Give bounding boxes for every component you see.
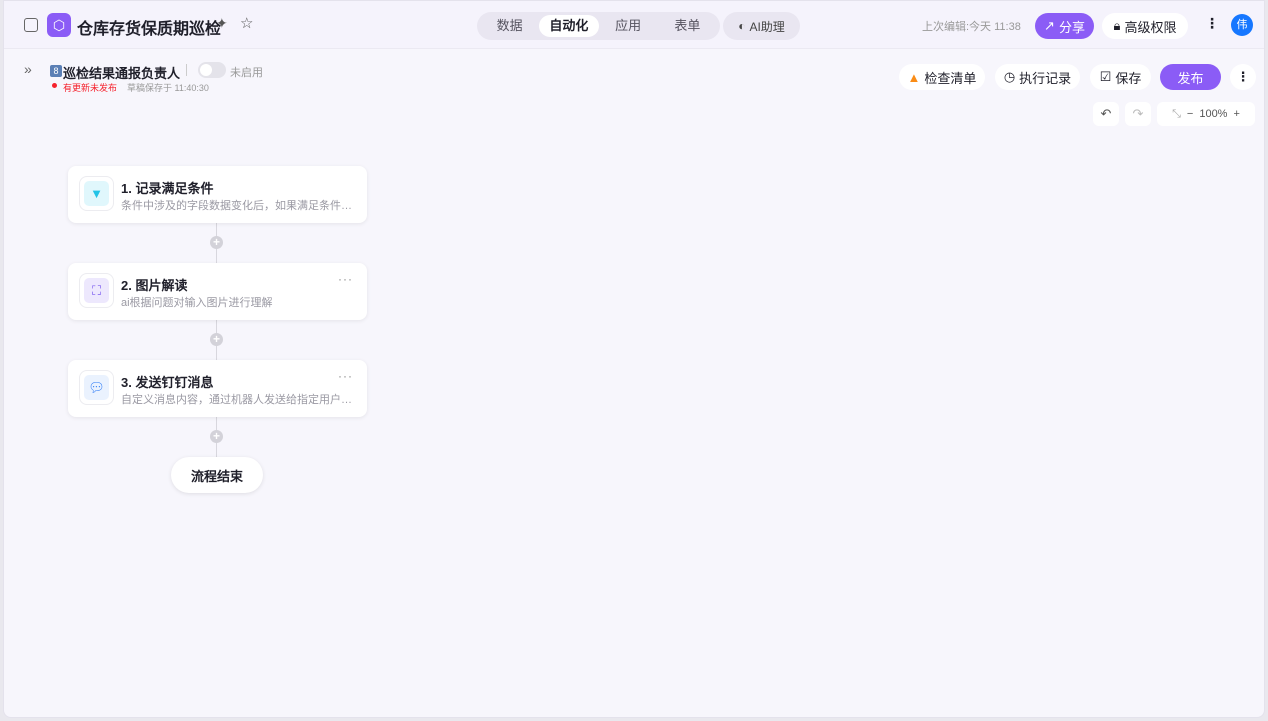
expand-icon[interactable]: » (24, 61, 32, 77)
app-logo: ⬡ (47, 13, 71, 37)
status-dot (52, 83, 57, 88)
share-icon: ↗ (1044, 18, 1055, 33)
flow-name[interactable]: 巡检结果通报负责人 (63, 63, 180, 82)
message-icon: 💬︎ (84, 375, 109, 400)
tab-data[interactable]: 数据 (480, 15, 539, 37)
pin-icon[interactable]: ✦ (216, 15, 228, 32)
checklist-button[interactable]: ▲ 检查清单 (899, 64, 985, 90)
filter-icon: ▼ (84, 181, 109, 206)
node-desc: 自定义消息内容，通过机器人发送给指定用户或群 (121, 394, 361, 406)
share-label: 分享 (1058, 19, 1085, 35)
node-title: 3. 发送钉钉消息 (121, 375, 214, 390)
zoom-in-icon[interactable]: + (1233, 108, 1239, 120)
enable-toggle[interactable] (198, 62, 226, 78)
image-ai-icon: ⛶ (84, 278, 109, 303)
ai-icon: ◐ (738, 19, 746, 33)
save-icon: ☑ (1099, 69, 1112, 84)
save-button[interactable]: ☑ 保存 (1090, 64, 1151, 90)
publish-button[interactable]: 发布 (1160, 64, 1221, 90)
flow-emoji: 8 (50, 65, 62, 77)
top-bar: ⬡ 仓库存货保质期巡检 ✦ ☆ 数据 自动化 应用 表单 ◐ AI助理 上次编辑:… (4, 1, 1264, 49)
share-button[interactable]: ↗ 分享 (1035, 13, 1094, 39)
ai-assistant-button[interactable]: ◐ AI助理 (723, 12, 800, 40)
add-node-button[interactable]: + (210, 236, 223, 249)
node-more-icon[interactable]: ··· (338, 369, 353, 383)
node-more-icon[interactable]: ··· (338, 272, 353, 286)
more-options-button[interactable]: ⋮ (1230, 64, 1256, 90)
page-title: 仓库存货保质期巡检 (77, 21, 222, 38)
toggle-label: 未启用 (230, 67, 263, 79)
history-button[interactable]: ◷ 执行记录 (995, 64, 1080, 90)
star-icon[interactable]: ☆ (240, 14, 253, 32)
node-card[interactable]: 💬︎ 3. 发送钉钉消息 自定义消息内容，通过机器人发送给指定用户或群 ··· (68, 360, 367, 417)
draft-status: 草稿保存于 11:40:30 (127, 83, 209, 93)
node-title: 1. 记录满足条件 (121, 181, 214, 196)
tab-app[interactable]: 应用 (599, 15, 658, 37)
warning-icon: ▲ (907, 69, 921, 85)
node-card[interactable]: ▼ 1. 记录满足条件 条件中涉及的字段数据变化后，如果满足条件则执行 (68, 166, 367, 223)
main-tabs: 数据 自动化 应用 表单 (477, 12, 720, 40)
more-icon[interactable]: ⋮ (1205, 15, 1219, 32)
history-icon: ◷ (1003, 69, 1016, 84)
permission-label: 高级权限 (1124, 19, 1177, 35)
history-label: 执行记录 (1019, 70, 1072, 86)
tab-automation[interactable]: 自动化 (539, 15, 599, 37)
divider (186, 64, 187, 76)
fit-icon[interactable]: ⤡ (1172, 108, 1181, 121)
save-label: 保存 (1115, 70, 1142, 86)
flow-end: 流程结束 (171, 457, 263, 493)
checklist-label: 检查清单 (924, 70, 977, 86)
node-card[interactable]: ⛶ 2. 图片解读 ai根据问题对输入图片进行理解 ··· (68, 263, 367, 320)
last-edit: 上次编辑:今天 11:38 (922, 21, 1021, 33)
add-node-button[interactable]: + (210, 430, 223, 443)
lock-icon: 🔒︎ (1113, 18, 1121, 33)
app-window: ⬡ 仓库存货保质期巡检 ✦ ☆ 数据 自动化 应用 表单 ◐ AI助理 上次编辑:… (3, 0, 1265, 718)
zoom-level: 100% (1199, 108, 1228, 120)
advanced-permission-button[interactable]: 🔒︎ 高级权限 (1102, 13, 1188, 39)
ai-label: AI助理 (749, 19, 785, 34)
node-desc: ai根据问题对输入图片进行理解 (121, 297, 273, 309)
unpublished-status: 有更新未发布 (63, 83, 118, 93)
tab-form[interactable]: 表单 (658, 15, 717, 37)
zoom-out-icon[interactable]: − (1187, 108, 1193, 120)
sidebar-toggle-icon[interactable] (24, 18, 38, 32)
node-title: 2. 图片解读 (121, 278, 188, 293)
zoom-control: ⤡ − 100% + (1157, 102, 1255, 126)
undo-button[interactable]: ↶ (1093, 102, 1119, 126)
avatar[interactable]: 伟 (1231, 14, 1253, 36)
redo-button[interactable]: ↷ (1125, 102, 1151, 126)
node-desc: 条件中涉及的字段数据变化后，如果满足条件则执行 (121, 200, 361, 212)
add-node-button[interactable]: + (210, 333, 223, 346)
